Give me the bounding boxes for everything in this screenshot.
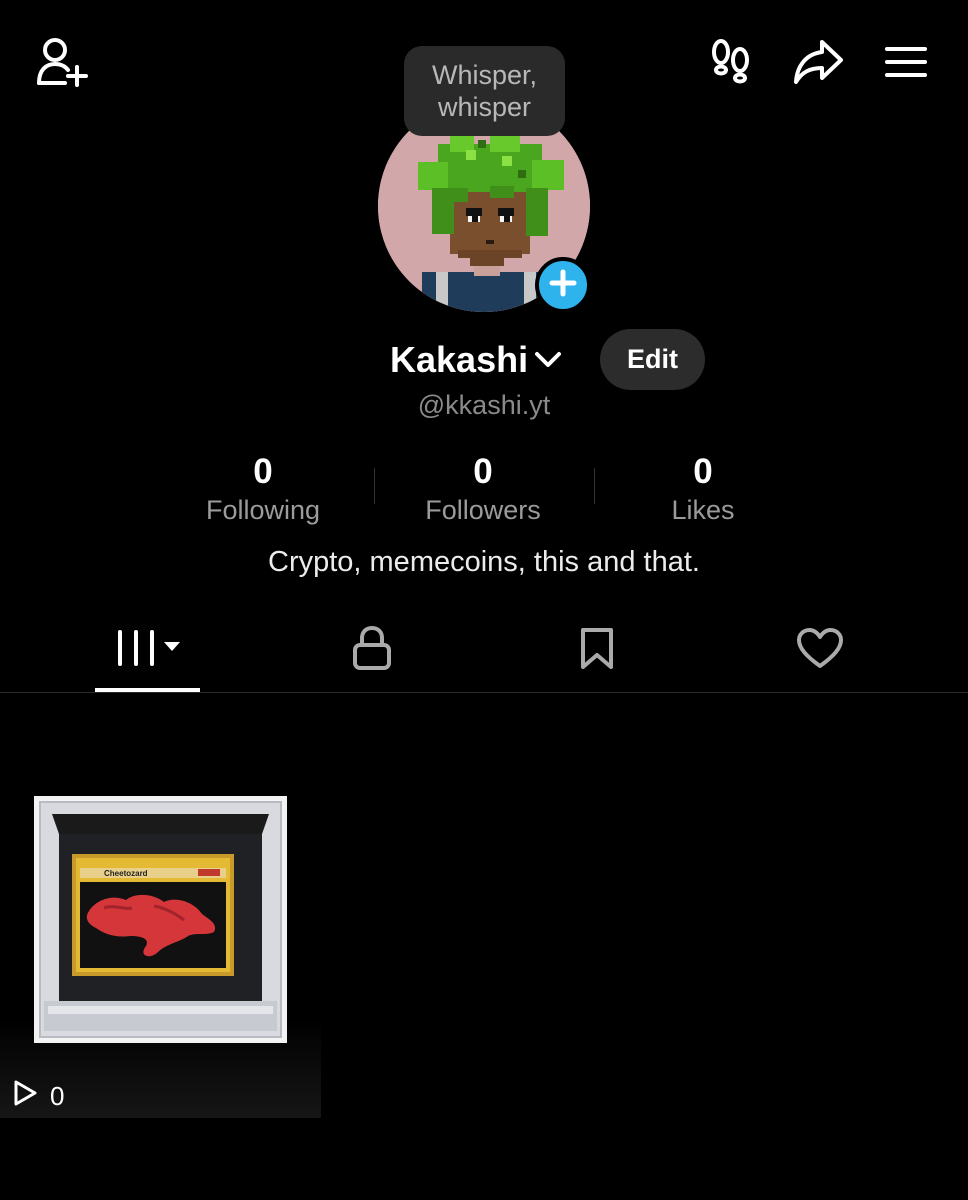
- play-icon: [12, 1079, 38, 1114]
- footprints-button[interactable]: [706, 38, 756, 88]
- stat-divider: [374, 468, 375, 504]
- video-thumbnail: Cheetozard: [34, 796, 287, 1043]
- plus-icon: [548, 268, 578, 303]
- profile-bio: Crypto, memecoins, this and that.: [268, 546, 700, 578]
- following-stat[interactable]: 0 Following: [163, 452, 363, 528]
- card-in-case-image: Cheetozard: [34, 796, 287, 1043]
- tabs-divider: [0, 692, 968, 693]
- following-label: Following: [205, 495, 321, 525]
- heart-icon: [796, 627, 844, 674]
- following-count: 0: [253, 452, 273, 491]
- tab-favorites[interactable]: [555, 620, 639, 680]
- footprints-icon: [709, 39, 753, 87]
- tab-liked[interactable]: [778, 620, 862, 680]
- videos-grid-icon: [114, 626, 182, 675]
- followers-stat[interactable]: 0 Followers: [383, 452, 583, 528]
- video-tile[interactable]: Cheetozard 0: [0, 760, 321, 1118]
- menu-button[interactable]: [882, 42, 930, 82]
- hamburger-menu-icon: [884, 44, 928, 80]
- add-friend-button[interactable]: [34, 36, 90, 88]
- profile-handle: @kkashi.yt: [417, 390, 551, 420]
- tab-private[interactable]: [330, 620, 414, 680]
- add-avatar-button[interactable]: [535, 257, 591, 313]
- edit-profile-button[interactable]: Edit: [600, 329, 705, 390]
- whisper-bubble-line1: Whisper,: [431, 60, 538, 90]
- profile-page: Whisper, whisper Kakashi Edit @kkashi.yt…: [0, 0, 968, 1200]
- followers-count: 0: [473, 452, 493, 491]
- view-count: 0: [12, 1078, 64, 1114]
- followers-label: Followers: [425, 495, 541, 525]
- tab-videos[interactable]: [95, 620, 200, 680]
- profile-name: Kakashi: [390, 339, 529, 380]
- stat-divider: [594, 468, 595, 504]
- lock-icon: [352, 625, 392, 676]
- likes-label: Likes: [671, 495, 735, 525]
- share-arrow-icon: [792, 38, 844, 86]
- likes-count: 0: [693, 452, 713, 491]
- person-add-icon: [35, 37, 89, 87]
- likes-stat[interactable]: 0 Likes: [603, 452, 803, 528]
- whisper-bubble[interactable]: Whisper, whisper: [404, 46, 565, 136]
- whisper-bubble-line2: whisper: [437, 92, 532, 122]
- card-title: Cheetozard: [104, 869, 148, 878]
- chevron-down-icon: [534, 351, 562, 374]
- bookmark-icon: [579, 626, 615, 675]
- view-count-value: 0: [50, 1080, 65, 1111]
- account-switcher[interactable]: Kakashi: [390, 335, 562, 385]
- share-button[interactable]: [790, 36, 846, 88]
